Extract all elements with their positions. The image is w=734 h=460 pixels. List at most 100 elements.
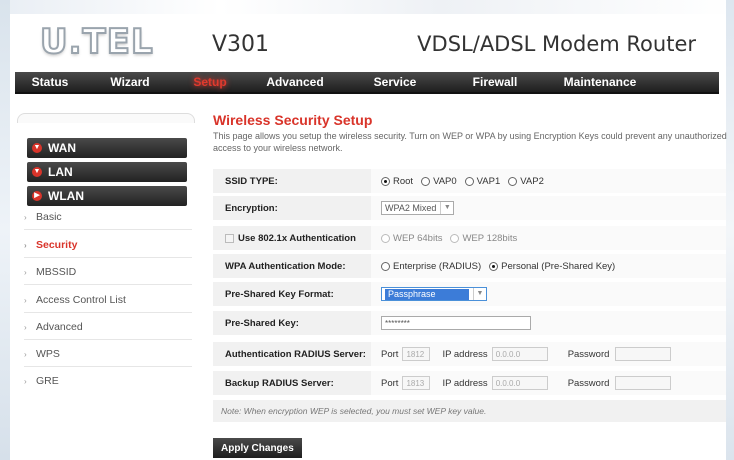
arrow-right-icon: ›: [24, 322, 27, 332]
sidebar-sub-security[interactable]: › Security: [24, 236, 192, 254]
arrow-right-icon: ›: [24, 267, 27, 277]
wpa-auth-mode-options: Enterprise (RADIUS) Personal (Pre-Shared…: [371, 254, 726, 278]
enterprise-radio[interactable]: Enterprise (RADIUS): [381, 261, 481, 272]
password-label: Password: [567, 377, 610, 389]
sidebar-sub-gre[interactable]: › GRE: [24, 372, 192, 390]
sidebar-sub-basic[interactable]: › Basic: [24, 208, 192, 226]
sidebar-item-lan[interactable]: ▼ LAN: [27, 162, 187, 182]
chevron-down-icon: ▼: [440, 202, 453, 214]
chevron-down-icon: ▼: [32, 167, 42, 177]
sidebar-sub-mbssid[interactable]: › MBSSID: [24, 263, 192, 281]
psk-label: Pre-Shared Key:: [225, 317, 299, 329]
option-label: Personal (Pre-Shared Key): [501, 260, 616, 272]
radio-icon: [508, 176, 518, 186]
sidebar-item-wan[interactable]: ▼ WAN: [27, 138, 187, 158]
nav-advanced[interactable]: Advanced: [245, 71, 345, 93]
psk-format-label: Pre-Shared Key Format:: [225, 288, 334, 300]
divider: [24, 366, 192, 367]
option-label: WEP 64bits: [393, 232, 443, 244]
page-top-band: [0, 0, 734, 14]
divider: [24, 284, 192, 285]
arrow-right-icon: ›: [24, 349, 27, 359]
ssid-type-row: SSID TYPE: Root VAP0 VAP1 VAP2: [213, 169, 726, 193]
ssid-vap0-radio[interactable]: VAP0: [421, 176, 457, 187]
encryption-select[interactable]: WPA2 Mixed ▼: [381, 201, 455, 215]
psk-cell: ********: [371, 311, 726, 335]
sidebar-sub-label: Security: [36, 239, 78, 251]
sidebar-item-label: LAN: [48, 165, 73, 179]
psk-input[interactable]: ********: [381, 316, 531, 330]
divider: [24, 312, 192, 313]
radio-icon: [450, 233, 460, 243]
divider: [24, 339, 192, 340]
option-label: VAP0: [433, 175, 457, 187]
psk-row: Pre-Shared Key: ********: [213, 311, 726, 335]
option-label: Enterprise (RADIUS): [393, 260, 482, 272]
backup-ip-input[interactable]: 0.0.0.0: [491, 376, 548, 390]
option-label: VAP1: [476, 175, 501, 187]
model-name: V301: [212, 32, 270, 57]
arrow-right-icon: ›: [24, 376, 27, 386]
nav-wizard[interactable]: Wizard: [85, 71, 175, 93]
personal-radio[interactable]: Personal (Pre-Shared Key): [489, 261, 615, 272]
encryption-label: Encryption:: [225, 202, 278, 214]
backup-radius-label: Backup RADIUS Server:: [225, 377, 334, 389]
sidebar-item-label: WAN: [48, 141, 76, 155]
nav-maintenance[interactable]: Maintenance: [545, 71, 655, 93]
backup-password-input[interactable]: [615, 376, 672, 390]
arrow-right-icon: ›: [24, 212, 27, 222]
sidebar-sub-advanced[interactable]: › Advanced: [24, 318, 192, 336]
psk-format-select[interactable]: Passphrase ▼: [381, 287, 487, 301]
radio-icon: [381, 233, 390, 243]
wep-128-radio[interactable]: WEP 128bits: [450, 233, 517, 244]
sidebar-sub-label: Basic: [36, 211, 62, 223]
port-label: Port: [381, 348, 399, 360]
option-label: VAP2: [520, 175, 544, 187]
chevron-down-icon: ▼: [32, 143, 42, 153]
sidebar-sub-label: WPS: [36, 348, 60, 360]
sidebar-item-label: WLAN: [48, 189, 84, 203]
ssid-root-radio[interactable]: Root: [381, 176, 413, 187]
nav-setup[interactable]: Setup: [175, 71, 245, 93]
divider: [24, 229, 192, 230]
backup-port-input[interactable]: 1813: [402, 376, 431, 390]
nav-firewall[interactable]: Firewall: [445, 71, 545, 93]
brand-logo: U.TEL: [39, 21, 154, 63]
nav-service[interactable]: Service: [345, 71, 445, 93]
sidebar-sub-access-control[interactable]: › Access Control List: [24, 291, 192, 309]
use-8021x-checkbox[interactable]: [225, 233, 234, 243]
backup-radius-cell: Port 1813 IP address 0.0.0.0 Password: [371, 371, 726, 395]
ip-label: IP address: [442, 348, 488, 360]
ssid-vap2-radio[interactable]: VAP2: [508, 176, 544, 187]
chevron-down-icon: ▼: [473, 288, 486, 300]
auth-password-input[interactable]: [615, 347, 672, 361]
radio-icon: [421, 176, 431, 186]
sidebar-item-wlan[interactable]: ▶ WLAN: [27, 186, 187, 206]
apply-changes-button[interactable]: Apply Changes: [213, 438, 302, 458]
password-label: Password: [567, 348, 610, 360]
sidebar-sub-label: MBSSID: [36, 266, 77, 278]
sidebar-sub-wps[interactable]: › WPS: [24, 345, 192, 363]
option-label: WEP 128bits: [462, 232, 518, 244]
ssid-vap1-radio[interactable]: VAP1: [464, 175, 501, 187]
encryption-row: Encryption: WPA2 Mixed ▼: [213, 196, 726, 220]
use-8021x-row: Use 802.1x Authentication WEP 64bits WEP…: [213, 226, 726, 250]
psk-format-value: Passphrase: [385, 288, 469, 300]
sidebar-sub-label: Advanced: [36, 321, 83, 333]
radio-icon: [464, 176, 474, 186]
psk-format-row: Pre-Shared Key Format: Passphrase ▼: [213, 282, 726, 306]
radio-icon: [489, 261, 499, 271]
product-name: VDSL/ADSL Modem Router: [417, 32, 696, 56]
nav-status[interactable]: Status: [15, 71, 85, 93]
auth-ip-input[interactable]: 0.0.0.0: [491, 347, 548, 361]
auth-port-input[interactable]: 1812: [402, 347, 431, 361]
auth-radius-row: Authentication RADIUS Server: Port 1812 …: [213, 342, 726, 366]
psk-format-cell: Passphrase ▼: [371, 282, 726, 306]
main-nav: Status Wizard Setup Advanced Service Fir…: [15, 72, 719, 94]
wep-64-radio[interactable]: WEP 64bits: [381, 233, 442, 244]
divider: [24, 257, 192, 258]
wpa-auth-mode-label: WPA Authentication Mode:: [225, 260, 346, 272]
option-label: Root: [393, 175, 414, 187]
sidebar-sub-label: GRE: [36, 375, 59, 387]
arrow-right-icon: ›: [24, 295, 27, 305]
